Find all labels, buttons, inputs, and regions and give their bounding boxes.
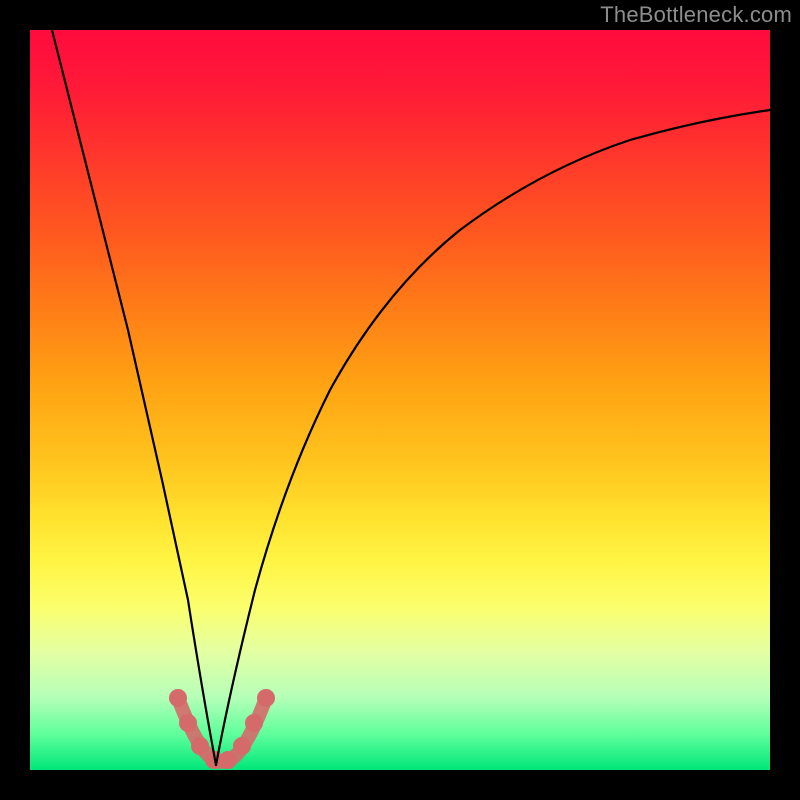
highlight-dot <box>233 737 251 755</box>
chart-frame: TheBottleneck.com <box>0 0 800 800</box>
plot-area <box>30 30 770 770</box>
highlight-dot <box>219 751 237 769</box>
highlight-dot <box>169 689 187 707</box>
highlight-dot <box>191 737 209 755</box>
highlight-dot <box>257 689 275 707</box>
watermark-text: TheBottleneck.com <box>600 2 792 28</box>
bottleneck-curve <box>30 30 770 770</box>
curve-right-branch <box>216 110 770 765</box>
highlight-dot <box>179 714 197 732</box>
curve-left-branch <box>52 30 216 765</box>
highlight-dot <box>245 714 263 732</box>
